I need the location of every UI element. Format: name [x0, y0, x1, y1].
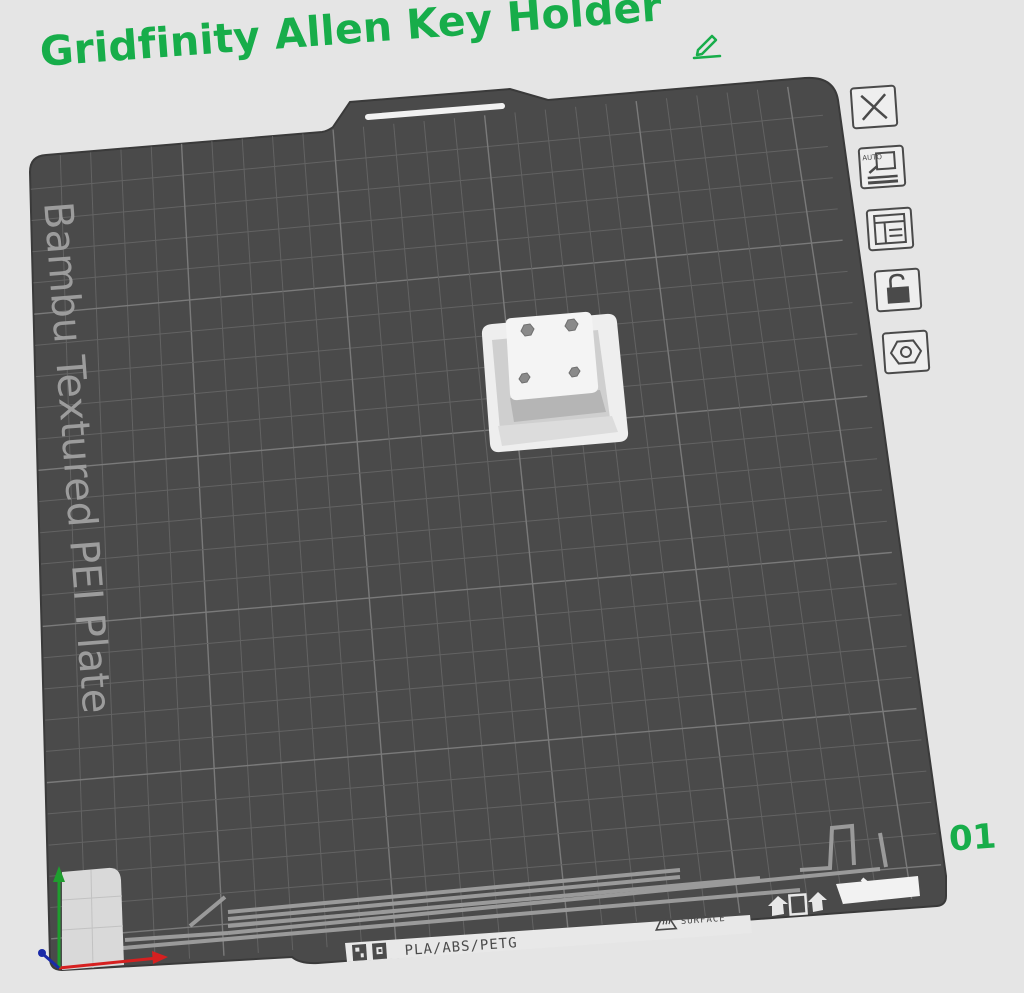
edit-plate-name-icon[interactable] — [690, 30, 724, 60]
arrange-button[interactable] — [865, 206, 915, 252]
hex-nut-icon — [881, 329, 931, 375]
auto-orient-icon: AUTO — [857, 144, 907, 190]
close-icon — [849, 84, 899, 130]
model-gridfinity-allen-key-holder[interactable] — [481, 311, 629, 453]
plate-number: 01 — [947, 816, 998, 860]
lock-plate-button[interactable] — [873, 267, 923, 313]
lock-open-icon — [873, 267, 923, 313]
auto-orient-button[interactable]: AUTO — [857, 144, 907, 190]
arrange-icon — [865, 206, 915, 252]
z-axis-tip — [38, 949, 46, 957]
close-plate-button[interactable] — [849, 84, 899, 130]
auto-label: AUTO — [862, 153, 883, 162]
plate-settings-button[interactable] — [881, 329, 931, 375]
